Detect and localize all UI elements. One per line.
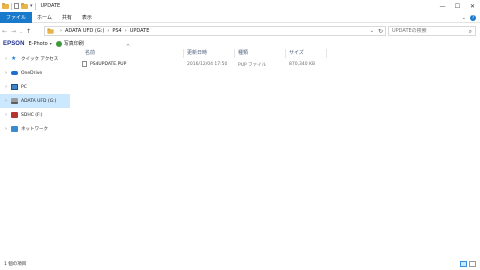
file-type: PUP ファイル xyxy=(238,63,267,68)
column-header-date[interactable]: 更新日時 xyxy=(187,49,207,58)
item-count: 1 個の項目 xyxy=(4,262,27,267)
sidebar-item-label: SDHC (F:) xyxy=(21,112,43,118)
breadcrumb-separator: › xyxy=(107,28,110,34)
navigation-bar: ← → ⌄ ↑ › ADATA UFD (G:) › PS4 › UPDATE … xyxy=(0,24,480,38)
cloud-icon xyxy=(11,71,18,75)
tab-view[interactable]: 表示 xyxy=(77,12,97,23)
column-header-size[interactable]: サイズ xyxy=(289,49,304,58)
column-header-name[interactable]: 名前 xyxy=(85,49,95,58)
minimize-button[interactable]: — xyxy=(435,0,450,12)
forward-arrow-icon[interactable]: → xyxy=(9,25,18,37)
large-icons-view-icon[interactable] xyxy=(469,261,476,267)
sidebar-item-label: PC xyxy=(21,84,27,90)
epson-logo: EPSON xyxy=(3,40,25,47)
sidebar-item-label: クイック アクセス xyxy=(21,57,59,62)
e-photo-button[interactable]: E-Photo ▾ xyxy=(29,41,52,47)
sidebar-item-label: OneDrive xyxy=(21,70,43,76)
search-input[interactable] xyxy=(392,28,466,34)
tab-file[interactable]: ファイル xyxy=(0,11,33,23)
sidebar-item-label: ADATA UFD (G:) xyxy=(21,98,57,104)
chevron-down-icon: ▾ xyxy=(49,41,52,46)
expand-chevron-icon[interactable]: › xyxy=(5,70,10,76)
breadcrumb-separator: › xyxy=(124,28,127,34)
column-divider[interactable] xyxy=(285,49,286,58)
file-list: ^ 名前 更新日時 種類 サイズ PS4UPDATE.PUP 2016/12/0… xyxy=(80,44,480,245)
properties-icon[interactable] xyxy=(14,3,19,9)
sidebar-item-adata-ufd[interactable]: › ADATA UFD (G:) xyxy=(0,94,70,108)
expand-chevron-icon[interactable]: › xyxy=(5,84,10,90)
e-photo-label: E-Photo xyxy=(28,40,48,47)
tab-share[interactable]: 共有 xyxy=(57,12,77,23)
folder-icon xyxy=(47,27,54,34)
status-bar: 1 個の項目 xyxy=(0,258,480,270)
quick-access-toolbar: ▾ xyxy=(0,0,38,12)
breadcrumb-adata[interactable]: ADATA UFD (G:) xyxy=(65,28,104,34)
photo-print-icon xyxy=(55,40,62,47)
network-icon xyxy=(11,126,18,132)
expand-chevron-icon[interactable]: › xyxy=(5,112,10,118)
expand-chevron-icon[interactable]: › xyxy=(5,56,10,62)
breadcrumb-update[interactable]: UPDATE xyxy=(130,28,150,34)
search-icon[interactable]: ⌕ xyxy=(469,28,472,36)
navigation-pane: › ★ クイック アクセス › OneDrive › PC › ADATA UF… xyxy=(0,52,70,257)
column-divider[interactable] xyxy=(326,49,327,58)
tab-home[interactable]: ホーム xyxy=(32,12,57,23)
star-icon: ★ xyxy=(11,55,17,62)
expand-ribbon-chevron-icon[interactable]: ⌄ xyxy=(462,15,466,21)
divider xyxy=(34,2,36,10)
help-icon[interactable]: ? xyxy=(470,14,476,21)
customize-toolbar-chevron-icon[interactable]: ▾ xyxy=(30,3,33,9)
ribbon-tabs: ファイル ホーム 共有 表示 ⌄ ? xyxy=(0,11,480,23)
search-box[interactable]: ⌕ xyxy=(388,26,476,36)
back-arrow-icon[interactable]: ← xyxy=(0,25,9,37)
file-icon xyxy=(82,61,87,67)
maximize-button[interactable]: ☐ xyxy=(450,0,465,12)
expand-chevron-icon[interactable]: › xyxy=(5,126,10,132)
column-divider[interactable] xyxy=(183,49,184,58)
file-date: 2016/12/04 17:50 xyxy=(187,62,228,67)
title-bar: ▾ UPDATE — ☐ ✕ xyxy=(0,0,480,12)
details-view-icon[interactable] xyxy=(460,261,467,267)
breadcrumb-ps4[interactable]: PS4 xyxy=(112,28,121,34)
sd-card-icon xyxy=(11,112,18,118)
sidebar-item-network[interactable]: › ネットワーク xyxy=(0,122,70,136)
sort-ascending-icon: ^ xyxy=(126,44,131,50)
expand-chevron-icon[interactable]: › xyxy=(5,98,10,104)
address-history-chevron-icon[interactable]: ⌄ xyxy=(370,27,374,35)
file-size: 870,340 KB xyxy=(289,62,316,67)
close-button[interactable]: ✕ xyxy=(465,0,480,12)
file-name: PS4UPDATE.PUP xyxy=(90,62,127,67)
column-divider[interactable] xyxy=(234,49,235,58)
up-arrow-icon[interactable]: ↑ xyxy=(24,25,33,37)
window-controls: — ☐ ✕ xyxy=(435,0,480,12)
divider xyxy=(11,2,12,10)
column-header-type[interactable]: 種類 xyxy=(238,49,248,58)
address-bar[interactable]: › ADATA UFD (G:) › PS4 › UPDATE ⌄ ↻ xyxy=(44,26,386,36)
table-row[interactable]: PS4UPDATE.PUP 2016/12/04 17:50 PUP ファイル … xyxy=(80,60,340,69)
refresh-icon[interactable]: ↻ xyxy=(378,27,383,35)
sidebar-item-sdhc[interactable]: › SDHC (F:) xyxy=(0,108,70,122)
pc-icon xyxy=(11,84,18,90)
new-folder-icon[interactable] xyxy=(21,2,28,9)
folder-icon xyxy=(2,2,9,9)
sidebar-item-quick-access[interactable]: › ★ クイック アクセス xyxy=(0,52,70,66)
breadcrumb-separator: › xyxy=(60,28,62,34)
sidebar-item-onedrive[interactable]: › OneDrive xyxy=(0,66,70,80)
sidebar-item-pc[interactable]: › PC xyxy=(0,80,70,94)
usb-drive-icon xyxy=(11,98,18,104)
window-title: UPDATE xyxy=(40,3,61,9)
sidebar-item-label: ネットワーク xyxy=(21,127,48,132)
